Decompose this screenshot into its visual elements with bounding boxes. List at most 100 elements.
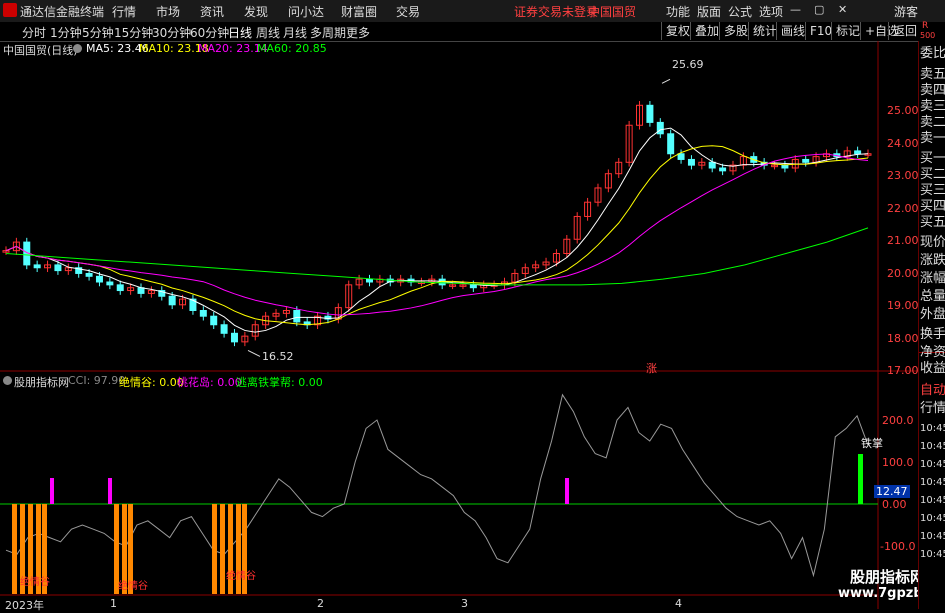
side-busi[interactable]: 买四 — [920, 199, 945, 215]
tiezhang-label: 铁掌 — [861, 437, 883, 450]
ytick-18: 18.00 — [887, 332, 919, 345]
candle-body — [54, 264, 62, 272]
candle-body — [95, 275, 103, 283]
kline-chart[interactable] — [0, 41, 918, 609]
login-alert[interactable]: 证券交易未登录 — [514, 3, 598, 20]
period-multi[interactable]: 多周期 — [310, 24, 346, 41]
period-daily[interactable]: 日线 — [228, 24, 252, 41]
period-weekly[interactable]: 周线 — [256, 24, 280, 41]
menu-hangqing[interactable]: 行情 — [112, 3, 136, 20]
candle-body — [168, 295, 176, 306]
side-maisan[interactable]: 卖三 — [920, 99, 945, 115]
restore-icon[interactable]: ▢ — [814, 3, 824, 16]
back-button[interactable]: 返回 — [888, 22, 921, 40]
menu-caifuquan[interactable]: 财富圈 — [341, 3, 377, 20]
candle-body — [802, 158, 810, 163]
candle-body — [220, 324, 228, 334]
watermark-line1: 股朋指标网 — [850, 568, 926, 586]
side-maier[interactable]: 卖二 — [920, 115, 945, 131]
main-price-layer — [2, 78, 872, 357]
menu-gongshi[interactable]: 公式 — [728, 3, 752, 20]
side-jingzi[interactable]: 净资 — [920, 345, 945, 361]
side-zhangfu[interactable]: 涨幅 — [920, 271, 945, 287]
side-buer[interactable]: 买二 — [920, 167, 945, 183]
period-60min[interactable]: 60分钟 — [190, 24, 229, 41]
jueqinggu-bar — [220, 504, 225, 594]
xtick-3: 3 — [461, 597, 468, 610]
menu-jiaoyi[interactable]: 交易 — [396, 3, 420, 20]
side-maiwu[interactable]: 卖五 — [920, 67, 945, 83]
ytick-17: 17.00 — [887, 364, 919, 377]
jueqinggu-text-3: 绝情谷 — [226, 571, 256, 582]
side-zhangdie[interactable]: 涨跌 — [920, 253, 945, 269]
period-5min[interactable]: 5分钟 — [82, 24, 114, 41]
xtick-2: 2 — [317, 597, 324, 610]
guest-label[interactable]: 游客 — [894, 3, 918, 20]
period-more[interactable]: 更多 — [346, 24, 370, 41]
menu-xuanxiang[interactable]: 选项 — [759, 3, 783, 20]
high-label: 25.69 — [672, 58, 704, 71]
side-waipan[interactable]: 外盘 — [920, 307, 945, 323]
menu-zixun[interactable]: 资讯 — [200, 3, 224, 20]
side-zidong[interactable]: 自动 — [920, 383, 945, 399]
candle-body — [137, 287, 145, 294]
candle-body — [199, 310, 207, 317]
low-pointer — [247, 349, 261, 357]
tiezhang-bar — [858, 454, 863, 504]
ma-line — [5, 153, 869, 316]
period-1min[interactable]: 1分钟 — [50, 24, 82, 41]
side-xianjia[interactable]: 现价 — [920, 235, 945, 251]
menu-wenxiaoda[interactable]: 问小达 — [288, 3, 324, 20]
title-bar: 通达信金融终端 行情 市场 资讯 发现 问小达 财富圈 交易 证券交易未登录 中… — [0, 0, 945, 23]
side-time-2: 10:45 — [920, 441, 945, 452]
side-buyi[interactable]: 买一 — [920, 151, 945, 167]
ytick-19: 19.00 — [887, 299, 919, 312]
candle-body — [854, 150, 862, 155]
close-icon[interactable]: ✕ — [838, 3, 847, 16]
side-maiyi[interactable]: 卖一 — [920, 131, 945, 147]
menu-shichang[interactable]: 市场 — [156, 3, 180, 20]
low-label: 16.52 — [262, 350, 294, 363]
menu-gongneng[interactable]: 功能 — [666, 3, 690, 20]
side-shouyi[interactable]: 收益 — [920, 361, 945, 377]
period-fenshi[interactable]: 分时 — [22, 24, 46, 41]
side-zongliang[interactable]: 总量 — [920, 289, 945, 305]
side-time-4: 10:45 — [920, 477, 945, 488]
side-buwu[interactable]: 买五 — [920, 215, 945, 231]
jueqinggu-bar — [12, 504, 17, 594]
ytick-22: 22.00 — [887, 202, 919, 215]
cci-label: CCI: 97.90 — [68, 374, 126, 387]
period-30min[interactable]: 30分钟 — [152, 24, 191, 41]
sub-title: 股朋指标网 — [14, 376, 69, 389]
side-maisi[interactable]: 卖四 — [920, 83, 945, 99]
sub-ytick-200: 200.0 — [882, 414, 914, 427]
period-monthly[interactable]: 月线 — [283, 24, 307, 41]
cci-line — [5, 393, 869, 578]
menu-banmian[interactable]: 版面 — [697, 3, 721, 20]
candle-body — [210, 315, 218, 326]
side-busan[interactable]: 买三 — [920, 183, 945, 199]
period-15min[interactable]: 15分钟 — [114, 24, 153, 41]
candle-body — [677, 153, 685, 160]
side-time-8: 10:45 — [920, 549, 945, 560]
app-logo-icon — [3, 3, 17, 17]
xtick-1: 1 — [110, 597, 117, 610]
side-hangqing[interactable]: 行情 — [920, 401, 945, 417]
xtick-4: 4 — [675, 597, 682, 610]
sub-ytick-100: 100.0 — [882, 456, 914, 469]
r-num: 500 — [920, 31, 936, 40]
current-stock: 中国国贸 — [588, 5, 637, 19]
quote-side-panel: 委比 卖五 卖四 卖三 卖二 卖一 买一 买二 买三 买四 买五 现价 涨跌 涨… — [918, 41, 945, 609]
candle-body — [293, 310, 301, 323]
ytick-23: 23.00 — [887, 169, 919, 182]
high-pointer — [661, 78, 671, 84]
menu-faxian[interactable]: 发现 — [244, 3, 268, 20]
settings-icon[interactable] — [73, 44, 82, 53]
minimize-icon[interactable]: — — [790, 3, 801, 16]
side-huanshou[interactable]: 换手 — [920, 327, 945, 343]
side-time-1: 10:45 — [920, 423, 945, 434]
current-value-badge: 12.47 — [874, 485, 910, 498]
sub-settings-icon[interactable] — [3, 376, 12, 385]
main-title: 中国国贸(日线) — [3, 44, 78, 57]
side-weibi[interactable]: 委比 — [920, 46, 945, 62]
